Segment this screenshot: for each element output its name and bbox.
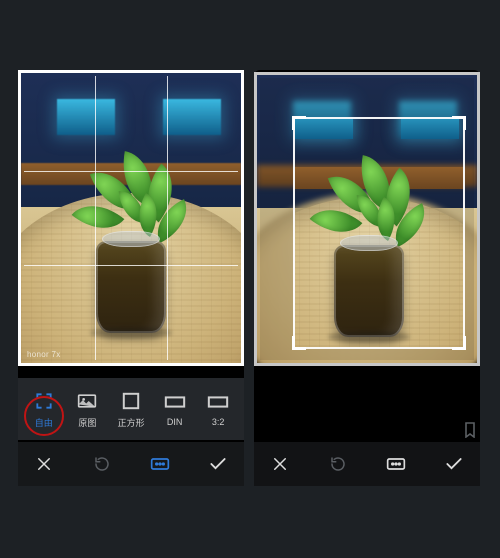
crop-handle-br[interactable]	[452, 336, 466, 350]
photo-preview-right[interactable]: honor 7x	[254, 72, 480, 366]
rotate-button[interactable]	[322, 448, 354, 480]
ratio-label: 正方形	[117, 416, 144, 429]
bg-screen	[163, 99, 221, 135]
ratio-label: DIN	[167, 417, 183, 427]
crop-handle-tr[interactable]	[452, 116, 466, 130]
cancel-button[interactable]	[28, 448, 60, 480]
bookmark-icon[interactable]	[464, 422, 476, 438]
crop-selection-box[interactable]: honor 7x	[293, 117, 465, 349]
panels-row: honor 7x 自由	[0, 70, 500, 486]
aspect-tool-button[interactable]	[380, 448, 412, 480]
ratio-option-free[interactable]: 自由	[22, 390, 66, 429]
rect-3-2-icon	[207, 391, 229, 413]
aspect-ratio-toolbar: 自由 原图	[18, 378, 244, 440]
confirm-button[interactable]	[438, 448, 470, 480]
ratio-option-original[interactable]: 原图	[66, 390, 110, 429]
ratio-option-3-2[interactable]: 3:2	[196, 391, 240, 427]
free-crop-icon	[33, 390, 55, 412]
crop-handle-bl[interactable]	[292, 336, 306, 350]
crop-handle-tl[interactable]	[292, 116, 306, 130]
app-stage: honor 7x 自由	[0, 0, 500, 558]
right-editor-panel: honor 7x	[254, 70, 480, 486]
confirm-button[interactable]	[202, 448, 234, 480]
ratio-label: 3:2	[212, 417, 225, 427]
ratio-option-din[interactable]: DIN	[153, 391, 197, 427]
ratio-label: 原图	[78, 416, 96, 429]
square-icon	[120, 390, 142, 412]
photo-preview-left[interactable]: honor 7x	[18, 70, 244, 366]
ratio-label: 自由	[35, 416, 53, 429]
aspect-tool-button[interactable]	[144, 448, 176, 480]
watermark-text: honor 7x	[27, 350, 61, 359]
bottom-action-bar-right	[254, 442, 480, 486]
bottom-action-bar-left	[18, 442, 244, 486]
rotate-button[interactable]	[86, 448, 118, 480]
cancel-button[interactable]	[264, 448, 296, 480]
bg-plant	[83, 241, 179, 333]
left-editor-panel: honor 7x 自由	[18, 70, 244, 486]
bg-screen	[57, 99, 115, 135]
image-icon	[76, 390, 98, 412]
ratio-option-square[interactable]: 正方形	[109, 390, 153, 429]
din-rect-icon	[164, 391, 186, 413]
